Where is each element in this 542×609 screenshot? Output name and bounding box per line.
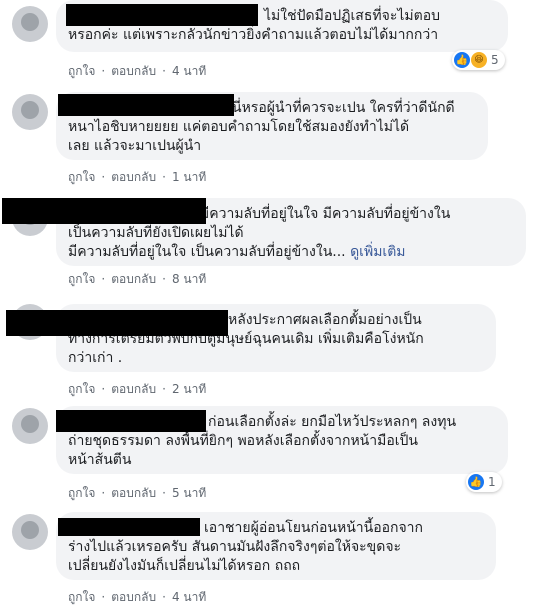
comment-line: หนาไอชิบหายยยย แค่ตอบคำถามโดยใช้สมองยังท… [68, 119, 410, 135]
like-button[interactable]: ถูกใจ [68, 486, 95, 500]
reaction-summary[interactable]: 👍 1 [466, 472, 502, 492]
comment-actions: ถูกใจ · ตอบกลับ · 5 นาที [68, 486, 207, 500]
reply-button[interactable]: ตอบกลับ [111, 590, 156, 604]
comment-line: หรอกค่ะ แต่เพราะกลัวนักข่าวยิ่งคำถามแล้ว… [68, 27, 439, 43]
reply-button[interactable]: ตอบกลับ [111, 170, 156, 184]
comment-actions: ถูกใจ · ตอบกลับ · 8 นาที [68, 272, 207, 286]
comment-time[interactable]: 4 นาที [172, 64, 206, 78]
redacted-name [66, 4, 258, 26]
comment-line: กว่าเก่า . [68, 350, 123, 366]
haha-icon: 😆 [471, 52, 487, 68]
comment-actions: ถูกใจ · ตอบกลับ · 2 นาที [68, 382, 207, 396]
redacted-name [58, 518, 200, 536]
comment-time[interactable]: 2 นาที [172, 382, 206, 396]
redacted-name [56, 410, 206, 432]
like-button[interactable]: ถูกใจ [68, 64, 95, 78]
reaction-count: 1 [488, 475, 496, 489]
avatar[interactable] [12, 94, 48, 130]
reply-button[interactable]: ตอบกลับ [111, 486, 156, 500]
comment-actions: ถูกใจ · ตอบกลับ · 1 นาที [68, 170, 207, 184]
comment-line: เลย แล้วจะมาเปนผู้นำ [68, 138, 202, 154]
reaction-summary[interactable]: 👍 😆 5 [452, 50, 505, 70]
reaction-count: 5 [491, 53, 499, 67]
see-more-link[interactable]: ดูเพิ่มเติม [350, 244, 405, 260]
like-button[interactable]: ถูกใจ [68, 170, 95, 184]
like-icon: 👍 [468, 474, 484, 490]
comment-time[interactable]: 1 นาที [172, 170, 206, 184]
comment-actions: ถูกใจ · ตอบกลับ · 4 นาที [68, 64, 207, 78]
comment-line: เปลี่ยนยังไงมันก็เปลี่ยนไม่ได้หรอก ถถถ [68, 558, 301, 574]
avatar[interactable] [12, 514, 48, 550]
redacted-name [58, 94, 234, 116]
avatar[interactable] [12, 6, 48, 42]
comment-time[interactable]: 4 นาที [172, 590, 206, 604]
redacted-name [6, 310, 228, 336]
comment-line: ถ่ายชุดธรรมดา ลงพื้นที่ยิกๆ พอหลังเลือกต… [68, 433, 418, 449]
like-icon: 👍 [454, 52, 470, 68]
comment-time[interactable]: 5 นาที [172, 486, 206, 500]
reply-button[interactable]: ตอบกลับ [111, 64, 156, 78]
like-button[interactable]: ถูกใจ [68, 382, 95, 396]
avatar[interactable] [12, 408, 48, 444]
comment-line: ร่างไปแล้วเหรอครับ สันดานมันฝังลึกจริงๆต… [68, 539, 402, 555]
like-button[interactable]: ถูกใจ [68, 590, 95, 604]
comment-line: หน้าส้นตีน [68, 452, 132, 468]
reply-button[interactable]: ตอบกลับ [111, 272, 156, 286]
comment-line: เป็นความลับที่ยังเปิดเผยไม่ได้ [68, 225, 244, 241]
comment-line: มีความลับที่อยู่ในใจ เป็นความลับที่อยู่ข… [68, 244, 406, 260]
redacted-name [2, 198, 206, 224]
reply-button[interactable]: ตอบกลับ [111, 382, 156, 396]
like-button[interactable]: ถูกใจ [68, 272, 95, 286]
comment-actions: ถูกใจ · ตอบกลับ · 4 นาที [68, 590, 207, 604]
comment-time[interactable]: 8 นาที [172, 272, 206, 286]
